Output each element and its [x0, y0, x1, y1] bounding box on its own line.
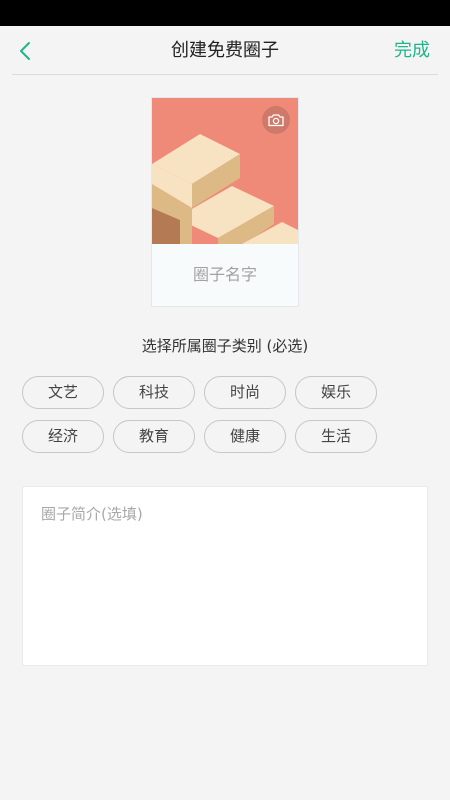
chevron-left-icon: [20, 42, 30, 60]
nav-divider: [12, 74, 438, 75]
done-button[interactable]: 完成: [394, 38, 430, 64]
change-cover-button[interactable]: [262, 106, 290, 134]
camera-icon: [268, 114, 284, 127]
circle-name-field[interactable]: 圈子名字: [152, 244, 298, 306]
page-title: 创建免费圈子: [171, 40, 279, 61]
back-button[interactable]: [10, 36, 40, 66]
cover-card[interactable]: 圈子名字: [151, 97, 299, 307]
intro-input[interactable]: [23, 487, 427, 665]
category-option-keji[interactable]: 科技: [113, 376, 195, 409]
category-option-shishang[interactable]: 时尚: [204, 376, 286, 409]
category-option-jiankang[interactable]: 健康: [204, 420, 286, 453]
category-heading: 选择所属圈子类别 (必选): [141, 337, 309, 355]
intro-box: [22, 486, 428, 666]
category-options: 文艺 科技 时尚 娱乐 经济 教育 健康 生活: [22, 376, 378, 454]
category-option-wenyi[interactable]: 文艺: [22, 376, 104, 409]
category-option-jiaoyu[interactable]: 教育: [113, 420, 195, 453]
category-option-jingji[interactable]: 经济: [22, 420, 104, 453]
category-option-shenghuo[interactable]: 生活: [295, 420, 377, 453]
category-option-yule[interactable]: 娱乐: [295, 376, 377, 409]
status-bar: [0, 0, 450, 26]
